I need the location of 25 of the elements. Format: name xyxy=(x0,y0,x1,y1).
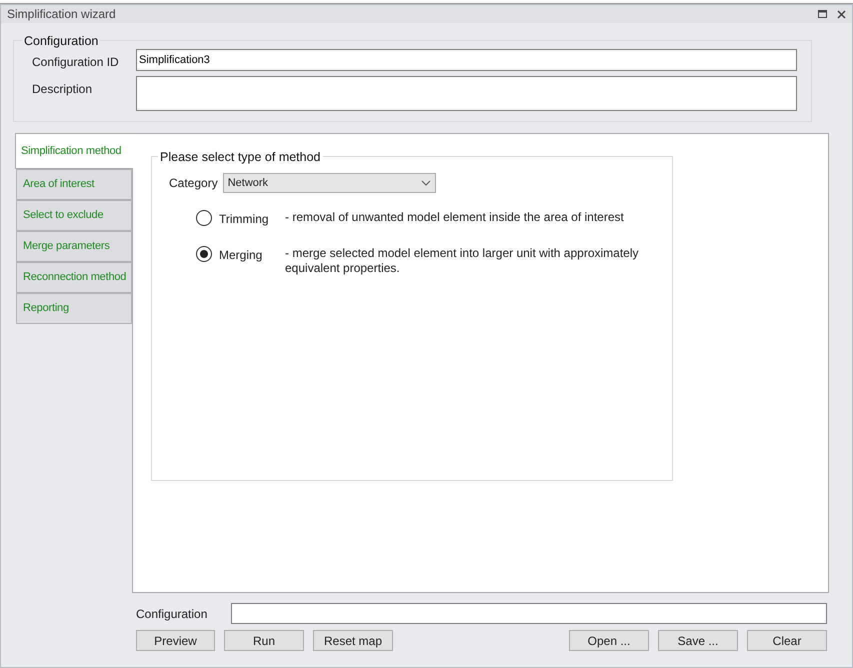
configuration-field[interactable] xyxy=(231,603,827,624)
configuration-id-field[interactable]: Simplification3 xyxy=(136,49,797,71)
action-button[interactable]: Clear xyxy=(747,630,827,651)
chevron-down-icon xyxy=(420,180,431,186)
tab[interactable]: Simplification method xyxy=(15,133,133,169)
radio-button[interactable] xyxy=(196,246,212,262)
action-button[interactable]: Run xyxy=(224,630,304,651)
action-button[interactable]: Open ... xyxy=(569,630,649,651)
description-field[interactable] xyxy=(136,76,797,111)
radio-label: Trimming xyxy=(219,211,270,228)
radio-button[interactable] xyxy=(196,210,212,226)
action-button[interactable]: Save ... xyxy=(658,630,738,651)
option-description: - removal of unwanted model element inside the area of interest xyxy=(285,210,625,226)
option-description: - merge selected model element into larger unit with approximately equivalent properties. xyxy=(285,246,640,276)
category-dropdown[interactable]: Network xyxy=(222,173,436,193)
maximize-icon[interactable] xyxy=(818,10,827,18)
field-label: Configuration ID xyxy=(32,54,120,71)
field-label: Description xyxy=(32,81,94,98)
action-button[interactable]: Preview xyxy=(136,630,215,651)
action-button[interactable]: Reset map xyxy=(313,630,393,651)
close-icon[interactable] xyxy=(837,10,846,18)
radio-label: Merging xyxy=(219,247,264,264)
field-label: Category xyxy=(169,175,218,192)
window-title: Simplification wizard xyxy=(7,6,116,23)
field-label: Configuration xyxy=(136,606,208,622)
